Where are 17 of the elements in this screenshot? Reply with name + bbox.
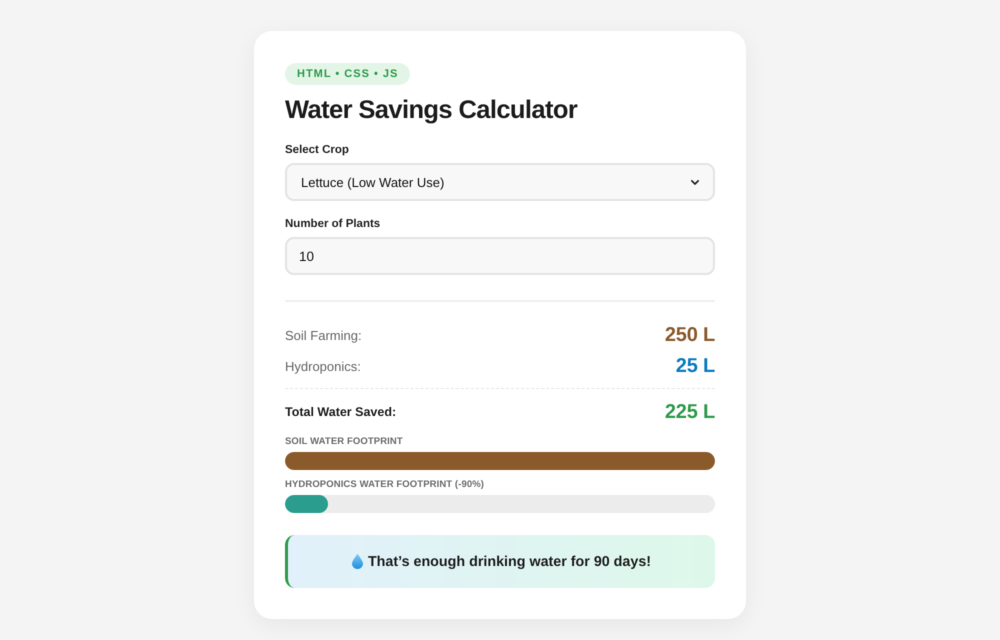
result-value: 225 L xyxy=(664,400,715,424)
footprint-label: HYDROPONICS WATER FOOTPRINT (-90%) xyxy=(285,479,484,491)
result-label: Soil Farming: xyxy=(285,328,362,342)
tech-badge: HTML • CSS • JS xyxy=(285,63,410,85)
chevron-down-icon xyxy=(691,180,699,184)
result-label: Total Water Saved: xyxy=(285,405,396,419)
water-drop-icon xyxy=(352,554,363,569)
savings-message: That’s enough drinking water for 90 days! xyxy=(368,554,652,570)
plants-input[interactable]: 10 xyxy=(285,237,715,275)
page-title: Water Savings Calculator xyxy=(285,95,578,126)
footprint-label: SOIL WATER FOOTPRINT xyxy=(285,436,403,448)
result-label: Hydroponics: xyxy=(285,358,361,374)
field-label: Select Crop xyxy=(285,143,349,158)
result-value: 25 L xyxy=(676,354,715,378)
crop-select[interactable]: Lettuce (Low Water Use) xyxy=(285,163,715,201)
field-label: Number of Plants xyxy=(285,217,380,232)
result-value: 250 L xyxy=(664,324,715,346)
